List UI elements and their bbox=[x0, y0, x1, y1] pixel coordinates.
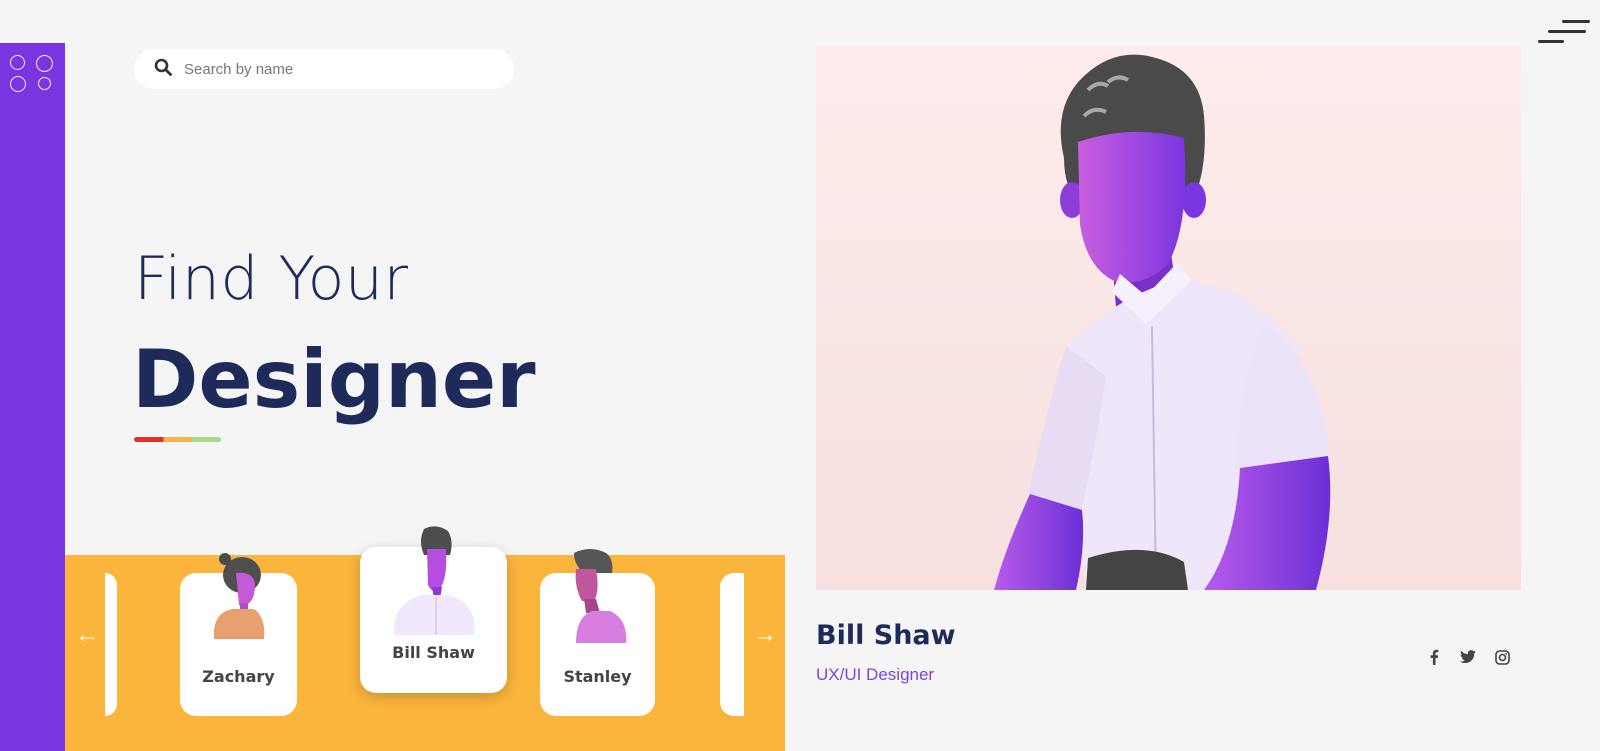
designer-name: Zachary bbox=[202, 667, 275, 686]
instagram-icon[interactable] bbox=[1493, 648, 1511, 666]
headline-line-2: Designer bbox=[132, 333, 536, 426]
grid-dots-icon[interactable] bbox=[10, 55, 54, 93]
sidebar bbox=[0, 43, 65, 751]
designer-carousel: ← Zachary Bill Shaw Stanley → bbox=[65, 526, 785, 751]
designer-photo bbox=[816, 46, 1521, 590]
next-arrow-icon[interactable]: → bbox=[753, 621, 777, 649]
headline-line-1: Find Your bbox=[134, 244, 409, 314]
facebook-icon[interactable] bbox=[1425, 648, 1443, 666]
social-links bbox=[1425, 648, 1511, 666]
designer-card-bill-shaw[interactable]: Bill Shaw bbox=[360, 526, 507, 693]
menu-icon[interactable] bbox=[1538, 18, 1592, 46]
avatar bbox=[574, 549, 627, 643]
search-icon bbox=[154, 58, 172, 81]
avatar bbox=[213, 553, 265, 639]
designer-card-stanley[interactable]: Stanley bbox=[540, 549, 655, 716]
prev-arrow-icon[interactable]: ← bbox=[75, 621, 99, 649]
profile-name: Bill Shaw bbox=[816, 620, 956, 651]
designer-card-zachary[interactable]: Zachary bbox=[180, 553, 297, 716]
search-bar[interactable] bbox=[134, 49, 514, 89]
card-partial-right[interactable] bbox=[720, 573, 744, 716]
search-input[interactable] bbox=[184, 60, 484, 78]
avatar bbox=[393, 526, 475, 635]
profile-role: UX/UI Designer bbox=[816, 665, 935, 684]
headline-accent-bar bbox=[134, 437, 221, 442]
card-partial-left[interactable] bbox=[105, 573, 117, 716]
designer-name: Bill Shaw bbox=[392, 643, 475, 662]
twitter-icon[interactable] bbox=[1459, 648, 1477, 666]
designer-name: Stanley bbox=[563, 667, 632, 686]
